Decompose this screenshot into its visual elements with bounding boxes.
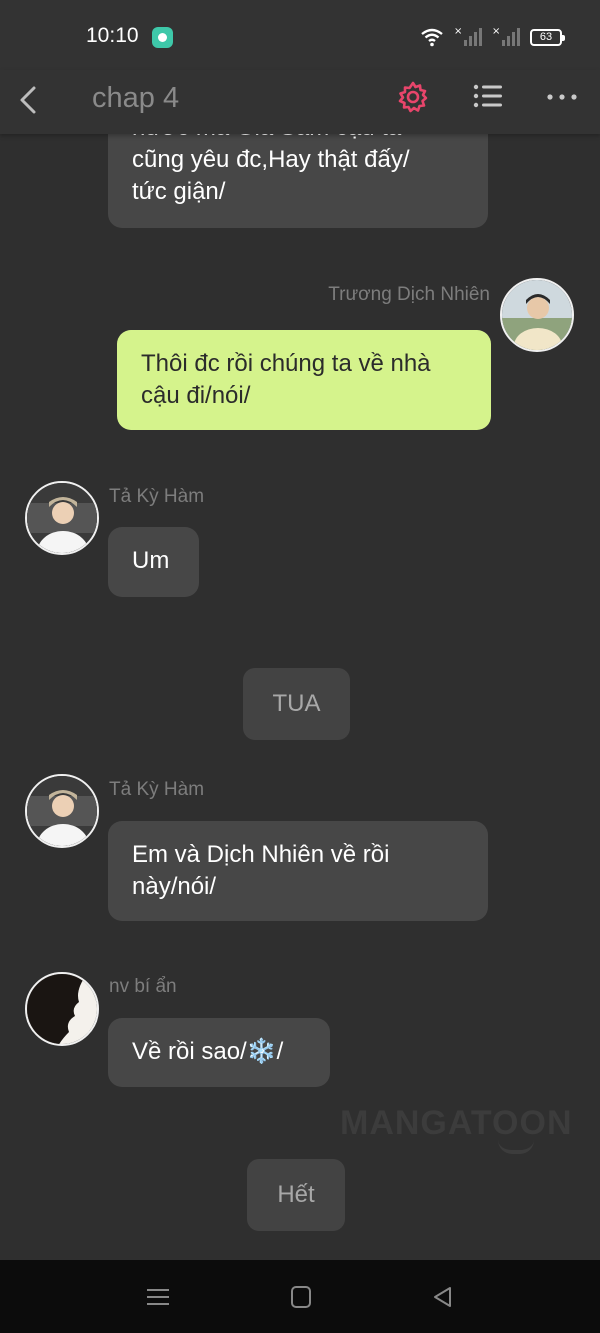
signal-icon: ×	[492, 26, 520, 46]
recent-apps-button[interactable]	[143, 1282, 173, 1312]
message-line: nước mà Gia Sâm cậu ta	[132, 134, 464, 144]
message-bubble-own: Thôi đc rồi chúng ta về nhà cậu đi/nói/	[117, 330, 491, 430]
battery-icon: 63	[530, 28, 565, 46]
message-line: cũng yêu đc,Hay thật đấy/	[132, 146, 410, 173]
message-bubble: Em và Dịch Nhiên về rồi này/nói/	[108, 821, 488, 921]
home-icon	[291, 1286, 311, 1308]
more-icon	[547, 94, 577, 100]
watermark: MANGATOON	[340, 1104, 573, 1142]
message-line: Về rồi sao/❄️/	[132, 1038, 284, 1065]
sender-name: nv bí ẩn	[109, 976, 177, 997]
sender-name: Tả Kỳ Hàm	[109, 486, 205, 507]
gear-icon	[398, 81, 428, 113]
message-bubble: Um	[108, 527, 199, 597]
system-back-button[interactable]	[428, 1282, 458, 1312]
narration-box: Hết	[247, 1159, 345, 1231]
settings-button[interactable]	[396, 80, 430, 114]
avatar[interactable]	[25, 481, 99, 555]
sender-name: Trương Dịch Nhiên	[328, 284, 490, 305]
chat-thread[interactable]: nước mà Gia Sâm cậu ta cũng yêu đc,Hay t…	[0, 134, 600, 1260]
avatar[interactable]	[25, 774, 99, 848]
top-app-bar: chap 4	[0, 70, 600, 134]
message-line: Em và Dịch Nhiên về rồi	[132, 841, 390, 868]
avatar[interactable]	[25, 972, 99, 1046]
list-icon	[473, 84, 502, 108]
sender-name: Tả Kỳ Hàm	[109, 779, 205, 800]
more-options-button[interactable]	[544, 84, 580, 110]
home-button[interactable]	[286, 1282, 316, 1312]
signal-icon: ×	[454, 26, 482, 46]
svg-text:×: ×	[454, 26, 462, 37]
system-nav-bar	[0, 1260, 600, 1333]
chapter-list-button[interactable]	[472, 80, 504, 112]
message-line: tức giận/	[132, 178, 226, 205]
message-line: cậu đi/nói/	[141, 382, 251, 409]
app-notification-icon	[152, 27, 173, 48]
narration-box: TUA	[243, 668, 350, 740]
message-line: này/nói/	[132, 873, 217, 900]
status-time: 10:10	[86, 24, 139, 47]
message-line: Um	[132, 547, 170, 574]
back-button[interactable]	[14, 80, 44, 120]
page-title: chap 4	[92, 82, 180, 114]
back-triangle-icon	[434, 1287, 451, 1307]
wifi-icon	[421, 28, 443, 47]
message-line: Thôi đc rồi chúng ta về nhà	[141, 350, 431, 377]
watermark-smile	[498, 1140, 534, 1154]
status-bar: 10:10 × × 63	[0, 0, 600, 70]
svg-text:×: ×	[492, 26, 500, 37]
menu-icon	[147, 1289, 169, 1305]
message-bubble: Về rồi sao/❄️/	[108, 1018, 330, 1087]
avatar[interactable]	[500, 278, 574, 352]
back-icon	[20, 86, 36, 114]
message-bubble: nước mà Gia Sâm cậu ta cũng yêu đc,Hay t…	[108, 134, 488, 228]
status-icons: × × 63	[420, 26, 565, 48]
